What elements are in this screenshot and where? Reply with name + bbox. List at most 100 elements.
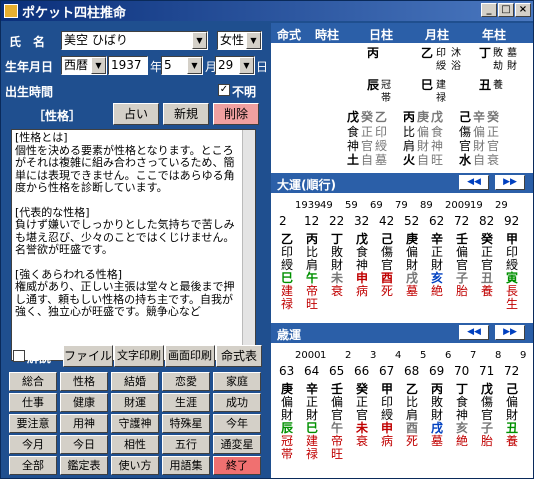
stem-year: 丁 [479,46,492,60]
scrollbar[interactable] [242,130,255,360]
chevron-down-icon[interactable]: ▼ [187,57,202,74]
tsuhen: 劫 [493,61,503,72]
day-select[interactable]: 29 ▼ [215,56,255,75]
menu-button[interactable]: 相性 [111,435,159,454]
year-input[interactable]: 1937 [108,56,148,75]
unsei: 沐 [451,48,461,59]
saiun-title: 歳運 [277,328,302,342]
zoukan: 癸 [361,110,374,124]
unsei: 墓 [507,48,517,59]
menu-button[interactable]: 用語集 [162,456,210,475]
unsei-cell: 帯 [281,447,294,461]
age-label: 65 [329,364,345,378]
meishiki-cell: 正 [487,125,500,139]
month-value: 5 [164,58,172,72]
chevron-down-icon[interactable]: ▼ [239,57,254,74]
zoukan: 己 [459,110,472,124]
taiun-prev-button[interactable]: ◀◀ [459,175,489,190]
unsei-cell: 絶 [431,284,444,298]
unsei: 養 [493,80,503,91]
saiun-prev-button[interactable]: ◀◀ [459,325,489,340]
unsei-cell: 養 [481,284,494,298]
menu-button[interactable]: 財運 [111,393,159,412]
menu-button[interactable]: 総合 [9,372,57,391]
chevron-down-icon[interactable]: ▼ [192,32,207,49]
unknown-checkbox[interactable]: ✓ [218,84,230,96]
saiun-next-button[interactable]: ▶▶ [495,325,525,340]
menu-button[interactable]: 要注意 [9,414,57,433]
menu-button[interactable]: 使い方 [111,456,159,475]
year-label: 29 [495,200,508,211]
print-screen-button[interactable]: 画面印刷 [165,345,215,367]
era-select[interactable]: 西暦 ▼ [61,56,107,75]
stem-month: 乙 [421,46,434,60]
menu-button[interactable]: 今日 [60,435,108,454]
print-text-button[interactable]: 文字印刷 [114,345,164,367]
file-button[interactable]: ファイル [63,345,113,367]
meishiki-cell: 正 [361,125,374,139]
meishiki-cell: 土 [347,153,360,167]
zoukan: 丙 [403,110,416,124]
delete-button[interactable]: 削除 [213,103,259,125]
meishiki-cell: 神 [431,139,444,153]
fortune-button[interactable]: 占い [113,103,159,125]
menu-button[interactable]: 全部 [9,456,57,475]
menu-button[interactable]: 生涯 [162,393,210,412]
zoukan: 乙 [375,110,388,124]
result-text-area[interactable]: [性格とは] 個性を決める要素が性格となります。ところがそれは複雑に組み合わさっ… [11,129,256,361]
meishiki-cell: 印 [375,125,388,139]
unsei-cell: 絶 [456,434,469,448]
day-unit: 日 [256,60,269,74]
meishiki-cell: 神 [347,139,360,153]
meishiki-table-button[interactable]: 命式表 [216,345,262,367]
branch-year: 丑 [479,78,492,92]
menu-button[interactable]: 仕事 [9,393,57,412]
menu-button[interactable]: 性格 [60,372,108,391]
menu-button[interactable]: 通変星 [213,435,261,454]
unsei-cell: 生 [506,297,519,311]
gender-select[interactable]: 女性 ▼ [217,31,262,50]
name-field[interactable]: 美空 ひばり ▼ [61,31,208,50]
menu-button[interactable]: 終了 [213,456,261,475]
maximize-button[interactable]: □ [498,3,514,17]
age-label: 2 [279,214,287,228]
app-icon [4,4,18,18]
birthtime-label: 出生時間 [5,85,54,99]
menu-button[interactable]: 鑑定表 [60,456,108,475]
age-label: 82 [479,214,495,228]
age-label: 63 [279,364,295,378]
unsei-cell: 胎 [481,434,494,448]
menu-button[interactable]: 恋愛 [162,372,210,391]
menu-button[interactable]: 成功 [213,393,261,412]
year-label: 19 [470,200,483,211]
meishiki-cell: 旺 [431,153,444,167]
taiun-next-button[interactable]: ▶▶ [495,175,525,190]
unsei: 帯 [381,93,391,104]
taiun-title: 大運(順行) [277,178,336,192]
year-label: 3 [370,350,377,361]
age-label: 72 [504,364,520,378]
chevron-down-icon[interactable]: ▼ [91,57,106,74]
new-button[interactable]: 新規 [163,103,209,125]
tsuhen: 綬 [436,61,446,72]
menu-button[interactable]: 健康 [60,393,108,412]
chevron-down-icon[interactable]: ▼ [246,32,261,49]
month-select[interactable]: 5 ▼ [161,56,203,75]
minimize-button[interactable]: _ [481,3,497,17]
gender-value: 女性 [220,33,245,47]
menu-button[interactable]: 今月 [9,435,57,454]
close-button[interactable]: × [515,3,531,17]
tsuhen: 敗 [493,48,503,59]
month-pillar-label: 月柱 [425,28,450,42]
menu-button[interactable]: 結婚 [111,372,159,391]
menu-button[interactable]: 用神 [60,414,108,433]
menu-button[interactable]: 今年 [213,414,261,433]
age-label: 69 [429,364,445,378]
menu-button[interactable]: 家庭 [213,372,261,391]
menu-button[interactable]: 五行 [162,435,210,454]
meishiki-cell: 自 [361,153,374,167]
meishiki-cell: 水 [459,153,472,167]
explain-checkbox[interactable] [13,350,25,362]
menu-button[interactable]: 守護神 [111,414,159,433]
menu-button[interactable]: 特殊星 [162,414,210,433]
